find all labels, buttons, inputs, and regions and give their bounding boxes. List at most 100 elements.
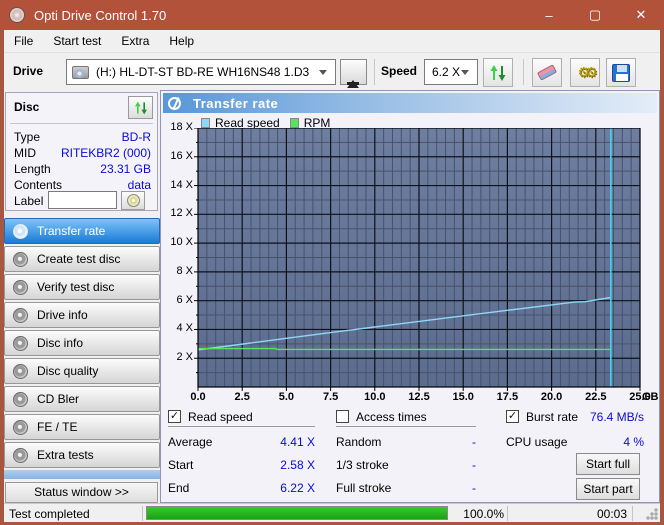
menu-bar: File Start test Extra Help [4,30,660,53]
app-window: Opti Drive Control 1.70 – ▢ ✕ File Start… [0,0,664,525]
drive-dropdown-value: (H:) HL-DT-ST BD-RE WH16NS48 1.D3 [96,65,310,79]
stat-row-start: Start 2.58 X [168,458,315,472]
refresh-icon [134,101,147,114]
menu-file[interactable]: File [4,31,43,51]
disc-icon [13,251,28,267]
x-tick-label: 10.0 [364,391,386,403]
resize-grip[interactable] [646,508,658,520]
disc-box-title: Disc [14,100,40,114]
sidebar-item-drive-info[interactable]: Drive info [4,302,160,328]
x-tick-label: 22.5 [585,391,607,403]
transfer-rate-chart [194,128,641,391]
disc-info-box: Disc Type BD-R MID RITEKBR2 (000) Length 23… [5,92,158,211]
speed-label: Speed [381,64,418,78]
x-axis-unit-label: GB [642,391,659,403]
disc-row-mid: MID RITEKBR2 (000) [14,146,151,160]
disc-icon [13,419,28,435]
y-tick-label: 16 X [170,149,193,162]
check-icon: ✓ [507,410,518,422]
eject-icon [347,66,359,88]
y-tick-label: 18 X [170,121,193,133]
burst-rate-checkbox[interactable]: ✓ [506,410,519,423]
menu-extra[interactable]: Extra [111,31,159,51]
elapsed-time: 00:03 [596,507,627,521]
y-tick-label: 4 X [176,322,193,335]
divider [168,426,315,427]
disc-refresh-button[interactable] [128,96,153,119]
sidebar-item-create-test-disc[interactable]: Create test disc [4,246,160,272]
sidebar-item-disc-quality[interactable]: Disc quality [4,358,160,384]
y-tick-label: 8 X [176,264,193,277]
stat-row-full-stroke: Full stroke - [336,481,476,495]
close-button[interactable]: ✕ [618,0,664,30]
menu-help[interactable]: Help [159,31,204,51]
eject-button[interactable] [340,59,367,88]
status-text: Test completed [9,507,90,521]
progress-bar [146,506,448,520]
refresh-icon [490,64,506,81]
main-panel: Transfer rate Read speed RPM 2 X4 X6 X8 … [160,90,660,503]
speed-dropdown-value: 6.2 X [432,65,461,79]
minimize-button[interactable]: – [526,0,572,30]
erase-disc-button[interactable] [532,58,562,87]
stat-row-average: Average 4.41 X [168,435,315,449]
read-speed-checkbox-row: ✓ Read speed [168,409,253,424]
refresh-speeds-button[interactable] [483,58,513,87]
stat-row-end: End 6.22 X [168,481,315,495]
eraser-icon [536,64,558,81]
status-bar: Test completed 100.0% 00:03 [4,503,660,522]
x-tick-label: 17.5 [496,391,519,403]
sidebar-item-fe-te[interactable]: FE / TE [4,414,160,440]
chevron-down-icon [319,70,327,75]
drive-icon [72,65,89,79]
x-tick-label: 0.0 [190,391,206,403]
check-icon: ✓ [169,410,180,422]
drive-dropdown[interactable]: (H:) HL-DT-ST BD-RE WH16NS48 1.D3 [66,59,336,85]
disc-icon [13,279,28,295]
disc-icon [13,307,28,323]
label-input[interactable] [48,191,117,209]
sidebar-accent-strip [4,470,160,479]
read-speed-checkbox-label: Read speed [188,409,253,424]
write-label-button[interactable] [121,191,145,210]
disc-icon [13,223,28,239]
y-tick-label: 10 X [170,236,193,249]
sidebar-item-transfer-rate[interactable]: Transfer rate [4,218,160,244]
left-panel: Disc Type BD-R MID RITEKBR2 (000) Length 23… [4,90,160,503]
toolbar: Drive (H:) HL-DT-ST BD-RE WH16NS48 1.D3 … [4,53,660,90]
drive-label: Drive [13,64,44,78]
stat-row-cpu-usage: CPU usage 4 % [506,435,644,449]
read-speed-checkbox[interactable]: ✓ [168,410,181,423]
speed-dropdown[interactable]: 6.2 X [424,59,478,85]
x-tick-label: 12.5 [408,391,430,403]
save-icon [612,63,630,82]
save-button[interactable] [606,58,636,87]
sidebar-item-disc-info[interactable]: Disc info [4,330,160,356]
menu-start-test[interactable]: Start test [43,31,111,51]
divider [507,506,508,521]
sidebar-item-verify-test-disc[interactable]: Verify test disc [4,274,160,300]
progress-bar-fill [147,507,447,519]
x-tick-label: 7.5 [322,391,339,403]
start-full-button[interactable]: Start full [576,453,640,475]
divider [336,426,476,427]
access-times-checkbox[interactable]: ✓ [336,410,349,423]
divider [10,123,153,124]
x-tick-label: 20.0 [540,391,563,403]
stat-row-random: Random - [336,435,476,449]
status-window-button[interactable]: Status window >> [5,482,158,503]
y-tick-label: 6 X [176,293,193,306]
start-part-button[interactable]: Start part [576,478,640,500]
y-tick-label: 12 X [170,207,193,220]
access-times-checkbox-label: Access times [356,409,427,424]
label-label: Label [14,194,44,208]
maximize-button[interactable]: ▢ [572,0,618,30]
title-bar[interactable]: Opti Drive Control 1.70 – ▢ ✕ [0,0,664,30]
sidebar-item-extra-tests[interactable]: Extra tests [4,442,160,468]
disc-contents-link[interactable]: data [128,178,151,192]
sidebar-item-cd-bler[interactable]: CD Bler [4,386,160,412]
settings-button[interactable]: ⚙⚙ [570,58,600,87]
stat-row-one-third-stroke: 1/3 stroke - [336,458,476,472]
disc-icon [13,335,28,351]
disc-row-type: Type BD-R [14,130,151,144]
